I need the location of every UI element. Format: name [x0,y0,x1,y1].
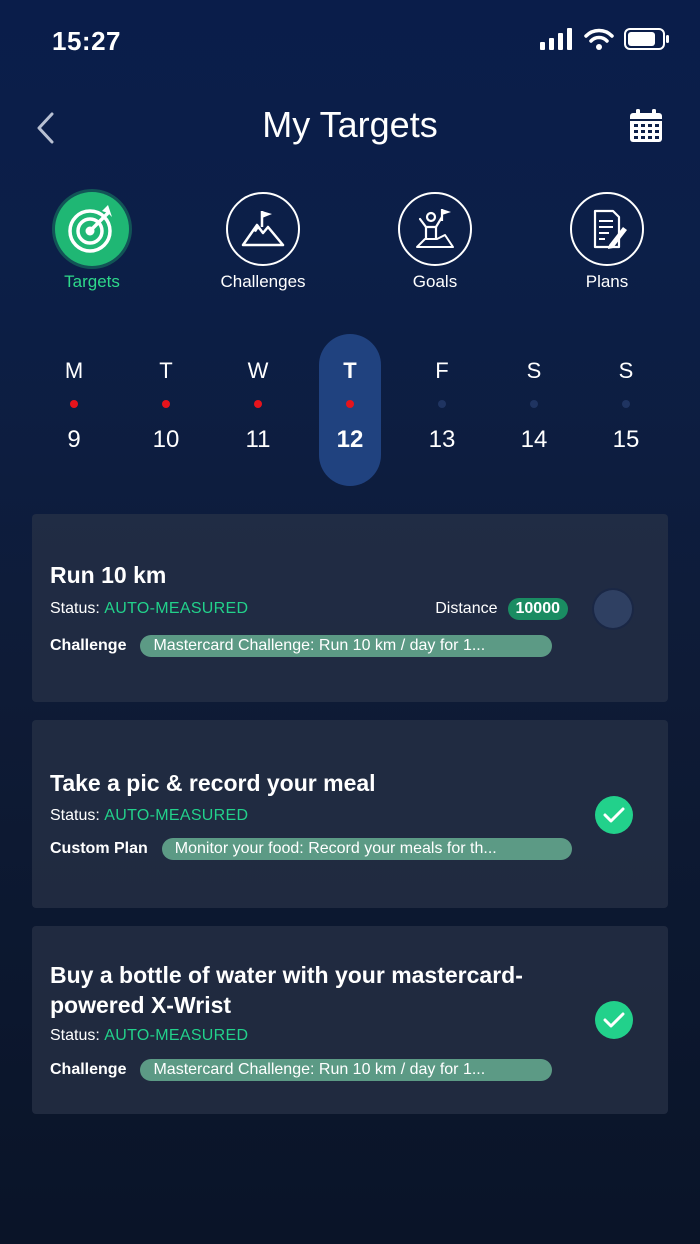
nav-header: My Targets [0,90,700,166]
calendar-button[interactable] [628,108,664,144]
tab-challenges[interactable]: Challenges [203,192,323,292]
page-title: My Targets [262,104,438,145]
checkmark-icon [603,807,625,823]
day-letter: T [159,358,173,383]
complete-toggle[interactable] [595,1001,633,1039]
day-number: 12 [336,426,364,453]
target-title-line: powered X-Wrist [50,992,232,1018]
status-value: AUTO-MEASURED [104,600,249,617]
day-friday[interactable]: F 13 [411,334,473,486]
target-title: Buy a bottle of water with your masterca… [50,960,523,1020]
reference-label: Challenge [50,637,127,654]
day-number: 15 [612,426,640,453]
day-saturday[interactable]: S 14 [503,334,565,486]
day-target-dot [346,400,354,408]
reference-label: Challenge [50,1061,127,1078]
target-status: Status: AUTO-MEASURED [50,807,248,825]
target-title-line: Buy a bottle of water with your masterca… [50,962,523,988]
distance-value: 10000 [507,598,568,620]
tab-goals-label: Goals [412,272,458,291]
day-letter: S [618,358,634,383]
day-letter: T [343,358,357,383]
reference-pill[interactable]: Mastercard Challenge: Run 10 km / day fo… [140,1059,553,1081]
day-target-dot [70,400,78,408]
tab-plans[interactable]: Plans [547,192,667,292]
reference-row: Custom Plan Monitor your food: Record yo… [50,838,572,860]
day-target-dot [530,400,538,408]
tab-targets-label: Targets [64,272,120,291]
category-tabs: Targets Challenges Goals Plans [0,192,700,292]
reference-pill[interactable]: Monitor your food: Record your meals for… [161,838,572,860]
status-label: Status: [50,1027,100,1044]
day-target-dot [438,400,446,408]
day-letter: F [435,358,449,383]
tab-goals[interactable]: Goals [375,192,495,292]
document-pen-icon [593,209,627,249]
day-number: 11 [245,426,271,453]
status-time: 15:27 [52,26,121,56]
day-number: 13 [428,426,456,453]
status-icons [540,28,670,50]
week-strip: M 9 T 10 W 11 T 12 F 13 S 14 S 15 [0,334,700,486]
day-number: 14 [520,426,548,453]
tab-plans-circle [570,192,644,266]
day-target-dot [622,400,630,408]
distance-label: Distance [435,600,498,617]
distance-info: Distance 10000 [435,598,568,620]
day-monday[interactable]: M 9 [43,334,105,486]
target-card[interactable]: Take a pic & record your meal Status: AU… [32,720,668,908]
reference-row: Challenge Mastercard Challenge: Run 10 k… [50,1059,553,1081]
complete-toggle[interactable] [594,590,632,628]
status-label: Status: [50,600,100,617]
mountain-flag-icon [241,211,285,247]
target-card[interactable]: Run 10 km Status: AUTO-MEASURED Distance… [32,514,668,702]
day-letter: S [526,358,542,383]
day-tuesday[interactable]: T 10 [135,334,197,486]
day-target-dot [162,400,170,408]
calendar-icon [630,109,662,142]
reference-row: Challenge Mastercard Challenge: Run 10 k… [50,635,553,657]
person-flag-icon [416,209,454,248]
reference-pill[interactable]: Mastercard Challenge: Run 10 km / day fo… [140,635,553,657]
day-target-dot [254,400,262,408]
battery-icon [624,28,669,50]
day-wednesday[interactable]: W 11 [227,334,289,486]
day-number: 9 [67,426,81,453]
target-icon [68,205,112,253]
status-value: AUTO-MEASURED [104,1027,249,1044]
day-number: 10 [152,426,180,453]
tab-targets-circle [55,192,129,266]
target-card[interactable]: Buy a bottle of water with your masterca… [32,926,668,1114]
day-sunday[interactable]: S 15 [595,334,657,486]
tab-challenges-circle [226,192,300,266]
target-status: Status: AUTO-MEASURED [50,1027,248,1045]
complete-toggle[interactable] [595,796,633,834]
checkmark-icon [603,1012,625,1028]
day-letter: M [64,358,84,383]
day-thursday[interactable]: T 12 [319,334,381,486]
target-status: Status: AUTO-MEASURED [50,600,248,618]
status-label: Status: [50,807,100,824]
tab-plans-label: Plans [585,272,629,291]
tab-goals-circle [398,192,472,266]
tab-challenges-label: Challenges [220,272,306,291]
wifi-icon [584,28,614,50]
status-value: AUTO-MEASURED [104,807,249,824]
target-title: Take a pic & record your meal [50,770,376,796]
tab-targets[interactable]: Targets [32,192,152,292]
day-letter: W [247,358,269,383]
cellular-signal-icon [540,28,572,50]
reference-label: Custom Plan [50,840,148,857]
status-bar: 15:27 [0,0,700,84]
target-title: Run 10 km [50,562,167,588]
